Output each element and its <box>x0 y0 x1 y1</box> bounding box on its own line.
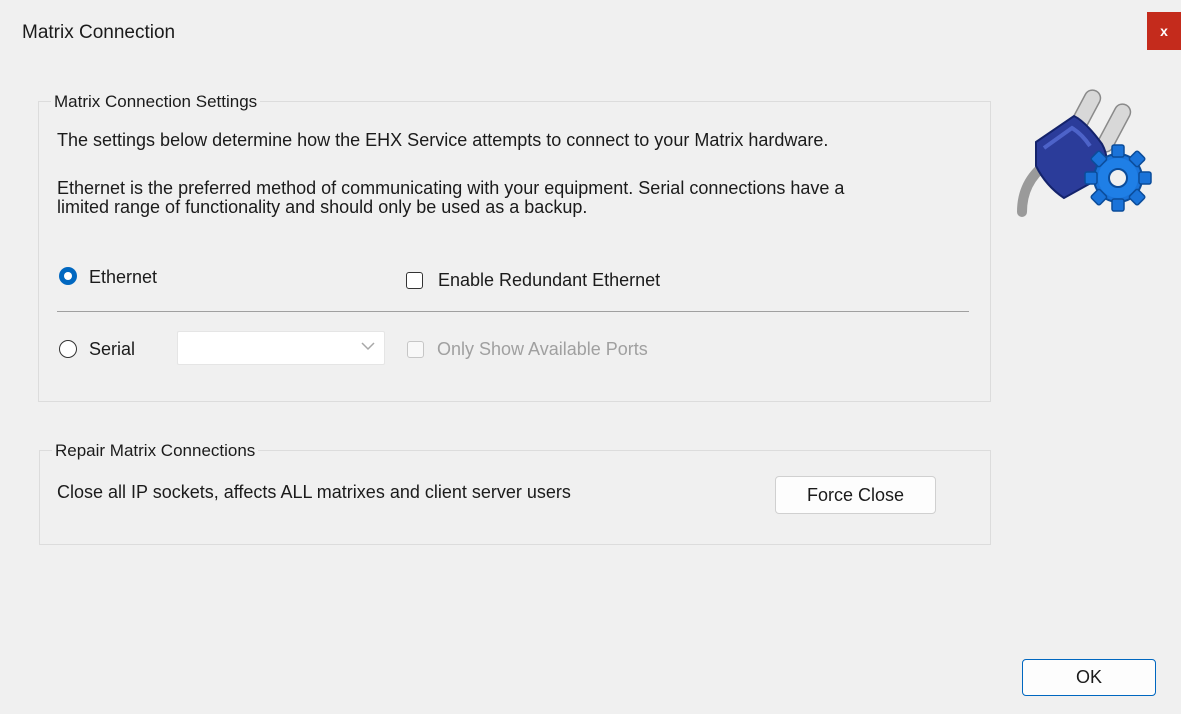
force-close-label: Force Close <box>806 484 905 505</box>
ethernet-radio[interactable] <box>59 267 77 285</box>
ethernet-radio-label: Ethernet <box>89 267 158 287</box>
redundant-ethernet-checkbox[interactable] <box>406 272 423 289</box>
repair-group-legend: Repair Matrix Connections <box>52 441 259 461</box>
only-available-ports-label: Only Show Available Ports <box>437 339 648 359</box>
settings-description: The settings below determine how the EHX… <box>57 130 829 150</box>
redundant-ethernet-label: Enable Redundant Ethernet <box>438 270 661 290</box>
repair-description: Close all IP sockets, affects ALL matrix… <box>57 482 571 502</box>
only-available-ports-checkbox[interactable] <box>407 341 424 358</box>
close-icon: x <box>1160 23 1168 39</box>
settings-divider <box>57 311 969 312</box>
serial-radio-label: Serial <box>89 339 136 359</box>
force-close-button[interactable]: Force Close <box>775 476 936 514</box>
title-bar: Matrix Connection <box>0 8 1181 58</box>
window-title: Matrix Connection <box>22 22 176 43</box>
ok-label: OK <box>1075 667 1102 687</box>
serial-radio[interactable] <box>59 340 77 358</box>
serial-port-select[interactable] <box>177 331 385 365</box>
settings-note-line-1: Ethernet is the preferred method of comm… <box>57 178 845 198</box>
close-button[interactable]: x <box>1147 12 1181 50</box>
settings-group-legend: Matrix Connection Settings <box>51 92 261 112</box>
matrix-connection-dialog: Matrix Connection x Matrix Connection Se… <box>0 0 1181 714</box>
chevron-down-icon <box>361 342 375 351</box>
ok-button[interactable]: OK <box>1022 659 1156 696</box>
plug-gear-icon <box>1017 89 1152 217</box>
settings-note-line-2: limited range of functionality and shoul… <box>57 197 588 217</box>
